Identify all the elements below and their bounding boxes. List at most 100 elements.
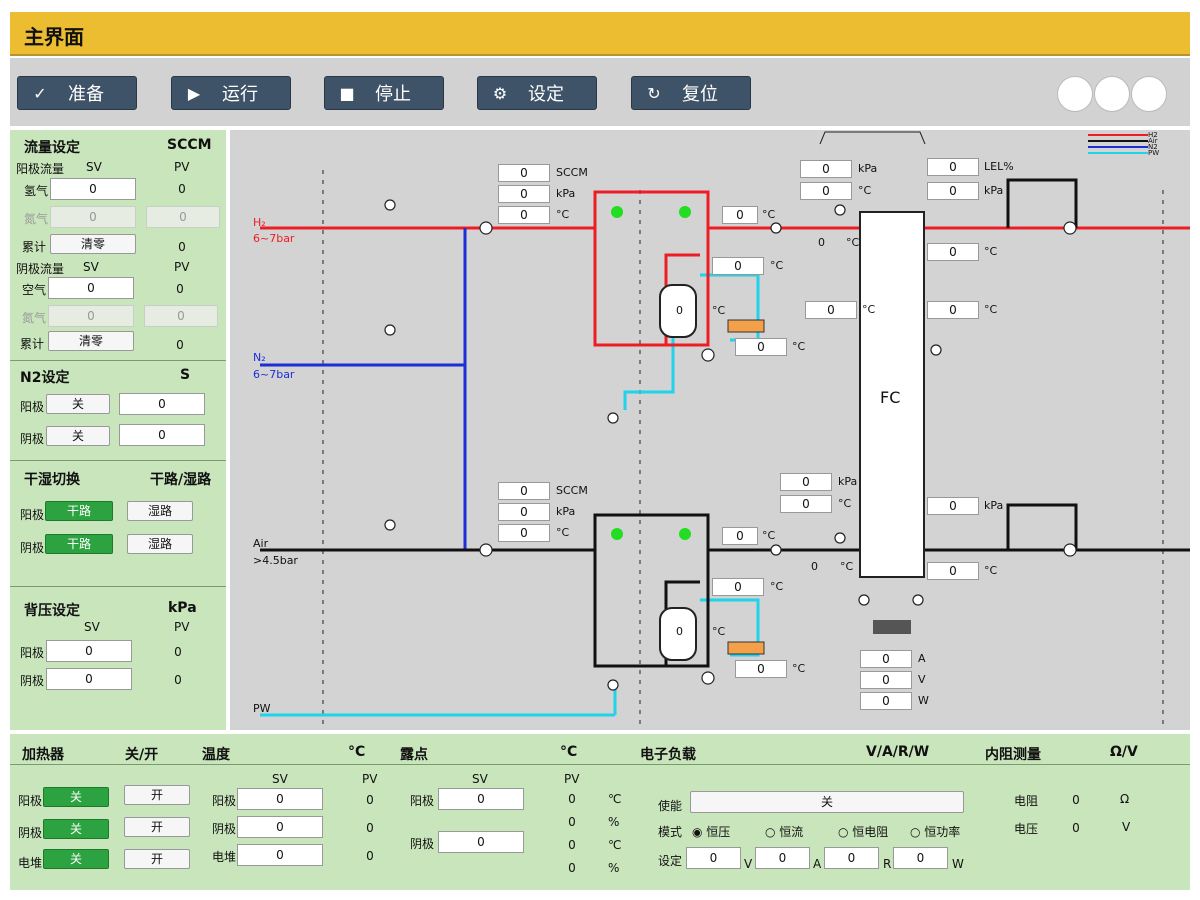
mode-label: 模式	[658, 825, 683, 839]
play-icon: ▶	[187, 83, 201, 103]
reset-button[interactable]: ↻ 复位	[631, 76, 751, 110]
set-r-input[interactable]: 0	[824, 847, 879, 869]
sv-header-2: SV	[83, 260, 99, 274]
unit-lel: LEL%	[984, 160, 1014, 173]
radio-selected-icon: ◉	[692, 825, 707, 839]
fc-cathode-in-pressure: 0	[780, 473, 832, 491]
dew-unit-1: ℃	[608, 792, 622, 806]
heater-stack-off-button[interactable]: 关	[43, 849, 109, 869]
dew-unit-4: %	[608, 861, 620, 875]
set-v-input[interactable]: 0	[686, 847, 741, 869]
anode-n2-sv-input[interactable]: 0	[50, 206, 136, 228]
n2-pressure: 6~7bar	[253, 368, 295, 381]
n2-cathode-toggle[interactable]: 关	[46, 426, 110, 446]
air-sv-input[interactable]: 0	[48, 277, 134, 299]
unit-c: °C	[712, 304, 726, 317]
resistance-label: 电阻	[1014, 794, 1039, 808]
resistance-unit: Ω	[1120, 792, 1130, 806]
heater-cathode-off-button[interactable]: 关	[43, 819, 109, 839]
temp-unit: °C	[348, 744, 366, 760]
temp-cathode-input[interactable]: 0	[237, 816, 323, 838]
unit-c: °C	[984, 303, 998, 316]
unit-c: °C	[846, 236, 860, 249]
h2-sv-input[interactable]: 0	[50, 178, 136, 200]
flow-unit: SCCM	[167, 137, 212, 153]
heater-cathode-on-button[interactable]: 开	[124, 817, 190, 837]
fc-anode-out-pressure: 0	[927, 182, 979, 200]
fc-coolant-temp: 0	[927, 301, 979, 319]
mode-cc-radio[interactable]: ○ 恒流	[765, 823, 803, 840]
bp-anode-label: 阳极	[20, 646, 45, 660]
anode-temp-value: 0	[498, 206, 550, 224]
mode-cr-radio[interactable]: ○ 恒电阻	[838, 823, 888, 840]
anode-pressure-value: 0	[498, 185, 550, 203]
divider	[10, 764, 1190, 765]
heater-stack-on-button[interactable]: 开	[124, 849, 190, 869]
unit-c: °C	[762, 529, 776, 542]
temp-anode-input[interactable]: 0	[237, 788, 323, 810]
n2-cathode-label: 阴极	[20, 432, 45, 446]
air-pv-value: 0	[176, 282, 184, 296]
anode-n2-pv-value: 0	[146, 206, 220, 228]
n2-anode-input[interactable]: 0	[119, 393, 205, 415]
stop-icon: ■	[339, 83, 355, 103]
cathode-clear-button[interactable]: 清零	[48, 331, 134, 351]
anode-dry-button[interactable]: 干路	[45, 501, 113, 521]
set-w-input[interactable]: 0	[893, 847, 948, 869]
title-bar: 主界面	[10, 12, 1190, 56]
voltage-value: 0	[1072, 821, 1080, 835]
bp-pv-header: PV	[174, 620, 190, 634]
prepare-button[interactable]: ✓ 准备	[17, 76, 137, 110]
refresh-icon: ↻	[647, 83, 661, 103]
temp-anode-pv: 0	[366, 793, 374, 807]
temp-anode-label: 阳极	[212, 794, 237, 808]
temp-sv-header: SV	[272, 772, 288, 786]
enable-button[interactable]: 关	[690, 791, 964, 813]
ir-unit: Ω/V	[1110, 744, 1138, 760]
mode-cp-radio[interactable]: ○ 恒功率	[910, 823, 960, 840]
cathode-dry-button[interactable]: 干路	[45, 534, 113, 554]
cathode-out-indicator	[679, 528, 691, 540]
heater-anode-off-button[interactable]: 关	[43, 787, 109, 807]
unit-c: °C	[838, 497, 852, 510]
cathode-wet-button[interactable]: 湿路	[127, 534, 193, 554]
unit-kpa: kPa	[556, 187, 576, 200]
bp-anode-pv-value: 0	[174, 645, 182, 659]
fc-anode-out-temp: 0	[927, 243, 979, 261]
h2-label: 氢气	[24, 184, 49, 198]
mode-cv-radio[interactable]: ◉ 恒压	[692, 823, 730, 840]
unit-c: °C	[712, 625, 726, 638]
bp-cathode-sv-input[interactable]: 0	[46, 668, 132, 690]
dew-anode-input[interactable]: 0	[438, 788, 524, 810]
anode-heater-temp: 0	[735, 338, 787, 356]
temp-cathode-pv: 0	[366, 821, 374, 835]
run-button[interactable]: ▶ 运行	[171, 76, 291, 110]
drain-unit	[873, 620, 911, 634]
heater-anode-on-button[interactable]: 开	[124, 785, 190, 805]
temp-stack-input[interactable]: 0	[237, 844, 323, 866]
lel-value: 0	[927, 158, 979, 176]
cathode-n2-sv-input[interactable]: 0	[48, 305, 134, 327]
anode-wet-button[interactable]: 湿路	[127, 501, 193, 521]
dew-pv-2: 0	[568, 815, 576, 829]
dew-cathode-input[interactable]: 0	[438, 831, 524, 853]
stop-button[interactable]: ■ 停止	[324, 76, 444, 110]
anode-out-temp: 0	[722, 206, 758, 224]
check-icon: ✓	[33, 83, 47, 103]
cathode-tank-level: 0	[676, 625, 683, 638]
n2-anode-toggle[interactable]: 关	[46, 394, 110, 414]
h2-pressure: 6~7bar	[253, 232, 295, 245]
pv-header-2: PV	[174, 260, 190, 274]
heater-stack-label: 电堆	[18, 856, 43, 870]
n2-cathode-input[interactable]: 0	[119, 424, 205, 446]
unit-w: W	[918, 694, 929, 707]
voltage-unit: V	[1122, 820, 1131, 834]
unit-kpa: kPa	[838, 475, 858, 488]
set-label: 设定	[658, 854, 683, 868]
bp-anode-sv-input[interactable]: 0	[46, 640, 132, 662]
status-indicator-1	[1057, 76, 1093, 112]
set-a-input[interactable]: 0	[755, 847, 810, 869]
settings-button[interactable]: ⚙ 设定	[477, 76, 597, 110]
anode-clear-button[interactable]: 清零	[50, 234, 136, 254]
dew-pv-4: 0	[568, 861, 576, 875]
